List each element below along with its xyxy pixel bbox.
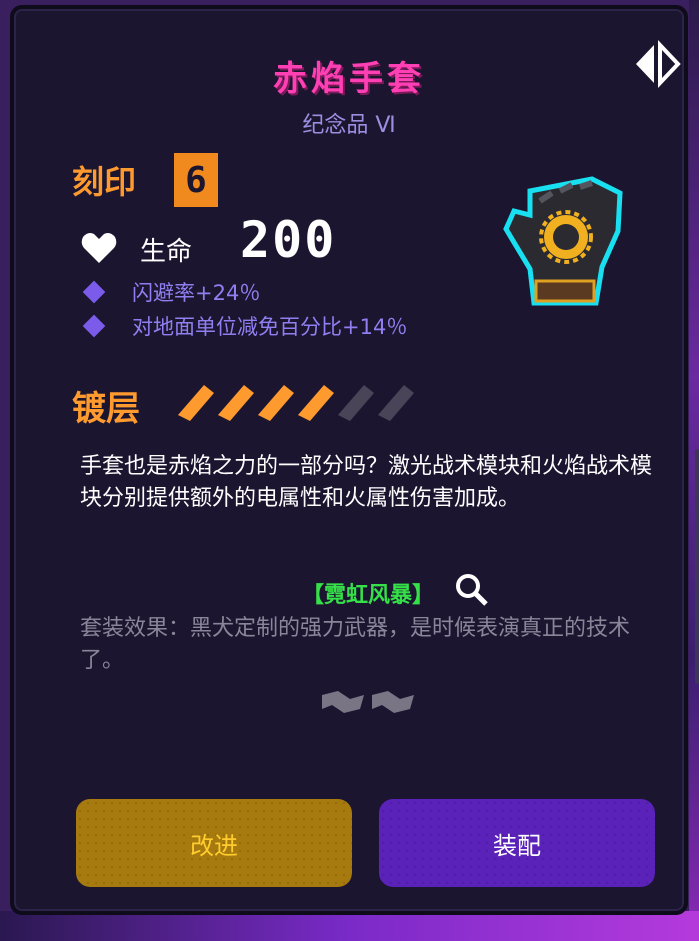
search-icon[interactable] bbox=[454, 572, 490, 608]
health-label: 生命 bbox=[140, 237, 193, 267]
plating-label: 镀层 bbox=[72, 389, 140, 429]
plating-segment-empty bbox=[338, 385, 374, 421]
engrave-level-badge: 6 bbox=[174, 153, 218, 207]
heart-icon bbox=[81, 233, 117, 263]
set-name[interactable]: 【霓虹风暴】 bbox=[302, 577, 434, 609]
glove-icon bbox=[503, 176, 623, 306]
item-title: 赤焰手套 bbox=[273, 59, 425, 99]
set-tier-icons bbox=[322, 691, 414, 713]
scrollbar[interactable] bbox=[695, 449, 699, 684]
plating-segment-empty bbox=[378, 385, 414, 421]
item-description: 手套也是赤焰之力的一部分吗？激光战术模块和火焰战术模块分别提供额外的电属性和火属… bbox=[80, 454, 653, 511]
stat-text: 闪避率+24％ bbox=[132, 281, 261, 305]
stat-text: 对地面单位减免百分比+14％ bbox=[132, 315, 408, 339]
equip-button[interactable]: 装配 bbox=[379, 799, 655, 887]
engrave-label: 刻印 bbox=[72, 163, 137, 201]
stat-diamond-icon bbox=[82, 280, 106, 304]
set-effect: 套装效果：黑犬定制的强力武器，是时候表演真正的技术了。 bbox=[80, 616, 631, 673]
stat-diamond-icon bbox=[82, 314, 106, 338]
plating-segment-filled bbox=[298, 385, 334, 421]
background-bottom bbox=[0, 911, 699, 941]
plating-segment-filled bbox=[218, 385, 254, 421]
plating-segment-filled bbox=[258, 385, 294, 421]
stat-row: 闪避率+24％ bbox=[82, 277, 261, 307]
item-category: 纪念品 Ⅵ bbox=[302, 113, 396, 138]
stat-row: 对地面单位减免百分比+14％ bbox=[82, 311, 408, 341]
plating-bars bbox=[178, 385, 414, 421]
upgrade-button[interactable]: 改进 bbox=[76, 799, 352, 887]
item-detail-panel: 赤焰手套 纪念品 Ⅵ 刻印 6 生命 200 闪避率+24％ 对地面单位减免百分… bbox=[10, 5, 699, 915]
swap-icon[interactable] bbox=[632, 39, 682, 89]
plating-segment-filled bbox=[178, 385, 214, 421]
health-value: 200 bbox=[240, 211, 337, 269]
